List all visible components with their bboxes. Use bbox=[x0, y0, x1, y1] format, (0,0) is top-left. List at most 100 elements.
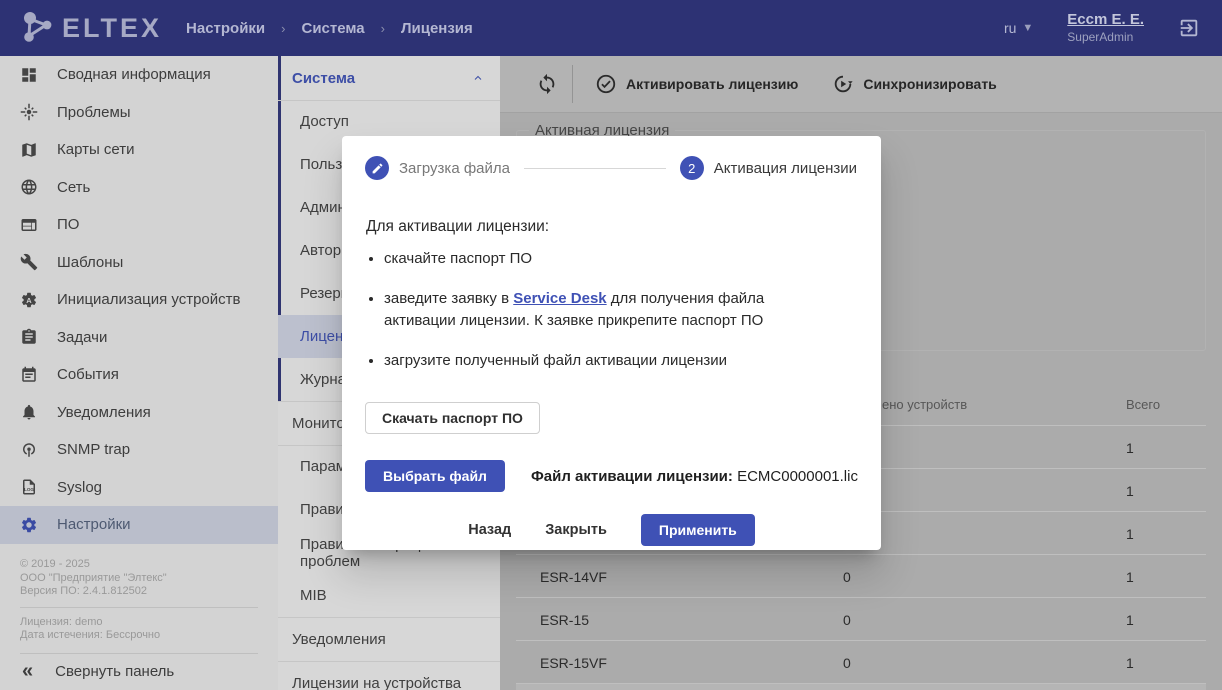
sidebar-item-label: Шаблоны bbox=[57, 254, 123, 271]
copyright-label: © 2019 - 2025 bbox=[20, 558, 258, 572]
sidebar-item-notifications[interactable]: Уведомления bbox=[0, 394, 278, 432]
instruction-text: загрузите полученный файл активации лице… bbox=[384, 352, 727, 369]
sidebar-item-network[interactable]: Сеть bbox=[0, 169, 278, 207]
cell-total: 1 bbox=[1126, 426, 1134, 469]
apply-button[interactable]: Применить bbox=[641, 514, 755, 546]
submenu-section-label: Система bbox=[292, 70, 355, 87]
instruction-text: скачайте паспорт ПО bbox=[384, 250, 532, 267]
sidebar-item-tasks[interactable]: Задачи bbox=[0, 319, 278, 357]
svg-text:LOG: LOG bbox=[24, 487, 34, 492]
eltex-molecule-icon bbox=[18, 9, 56, 47]
cell-activated: 0 bbox=[843, 555, 851, 598]
sidebar-item-problems[interactable]: Проблемы bbox=[0, 94, 278, 132]
breadcrumb-license[interactable]: Лицензия bbox=[401, 20, 473, 37]
instruction-item: заведите заявку в Service Desk для получ… bbox=[384, 288, 824, 332]
sidebar-item-software[interactable]: ПО bbox=[0, 206, 278, 244]
refresh-button[interactable] bbox=[536, 73, 558, 95]
sidebar-item-settings[interactable]: Настройки bbox=[0, 506, 278, 544]
table-row[interactable]: ESR-14VF 0 1 bbox=[516, 555, 1206, 598]
sidebar-item-label: Карты сети bbox=[57, 141, 135, 158]
column-header-activated: ено устройств bbox=[882, 383, 967, 426]
content-toolbar: Активировать лицензию Синхронизировать bbox=[500, 56, 1222, 113]
sidebar-item-label: Инициализация устройств bbox=[57, 291, 240, 308]
eltex-logo-text: ELTEX bbox=[62, 13, 162, 44]
top-header-bar: ELTEX Настройки › Система › Лицензия ru … bbox=[0, 0, 1222, 56]
dialog-footer: Назад Закрыть Применить bbox=[342, 514, 881, 546]
logout-button[interactable] bbox=[1178, 17, 1200, 39]
sidebar-footer: © 2019 - 2025 ООО "Предприятие "Элтекс" … bbox=[0, 558, 278, 662]
version-label: Версия ПО: 2.4.1.812502 bbox=[20, 585, 258, 599]
check-circle-icon bbox=[595, 73, 617, 95]
license-label: Лицензия: demo bbox=[20, 616, 258, 630]
breadcrumb-system[interactable]: Система bbox=[302, 20, 365, 37]
cell-total: 1 bbox=[1126, 512, 1134, 555]
step2-number: 2 bbox=[688, 161, 695, 176]
footer-divider bbox=[20, 607, 258, 608]
back-button[interactable]: Назад bbox=[468, 522, 511, 538]
step2-label: Активация лицензии bbox=[714, 160, 857, 177]
sidebar-item-label: Сводная информация bbox=[57, 66, 211, 83]
service-desk-link[interactable]: Service Desk bbox=[513, 290, 606, 307]
eltex-logo[interactable]: ELTEX bbox=[18, 9, 162, 47]
header-right-group: ru ▼ Eccm E. E. SuperAdmin bbox=[1004, 11, 1222, 45]
eccm-app-window: ELTEX Настройки › Система › Лицензия ru … bbox=[0, 0, 1222, 690]
submenu-section-label: Лицензии на устройства bbox=[292, 675, 461, 690]
sidebar-item-events[interactable]: События bbox=[0, 356, 278, 394]
chevron-down-icon: ▼ bbox=[1022, 22, 1033, 34]
user-name-link[interactable]: Eccm E. E. bbox=[1067, 11, 1144, 30]
sidebar-item-network-maps[interactable]: Карты сети bbox=[0, 131, 278, 169]
map-icon bbox=[20, 141, 38, 159]
user-menu[interactable]: Eccm E. E. SuperAdmin bbox=[1067, 11, 1144, 45]
flare-icon bbox=[20, 103, 38, 121]
sidebar-item-device-init[interactable]: A Инициализация устройств bbox=[0, 281, 278, 319]
table-row[interactable]: ESR-15 0 1 bbox=[516, 598, 1206, 641]
sidebar-item-label: SNMP trap bbox=[57, 441, 130, 458]
sidebar-item-label: События bbox=[57, 366, 119, 383]
dialog-instructions-list: скачайте паспорт ПО заведите заявку в Se… bbox=[342, 248, 824, 372]
user-role-label: SuperAdmin bbox=[1067, 30, 1144, 45]
submenu-item-label: MIB bbox=[300, 587, 327, 604]
activate-license-label: Активировать лицензию bbox=[626, 76, 798, 92]
svg-text:A: A bbox=[26, 296, 32, 305]
close-button[interactable]: Закрыть bbox=[545, 522, 607, 538]
gear-icon bbox=[20, 516, 38, 534]
dashboard-icon bbox=[20, 66, 38, 84]
bell-icon bbox=[20, 403, 38, 421]
sidebar-item-summary[interactable]: Сводная информация bbox=[0, 56, 278, 94]
activation-file-name: ECMC0000001.lic bbox=[733, 468, 858, 485]
sidebar-item-label: Уведомления bbox=[57, 404, 151, 421]
column-header-total: Всего bbox=[1126, 383, 1160, 426]
sidebar-item-label: Сеть bbox=[57, 179, 90, 196]
language-value: ru bbox=[1004, 20, 1016, 36]
expiry-label: Дата истечения: Бессрочно bbox=[20, 629, 258, 643]
breadcrumb-separator-icon: › bbox=[281, 21, 285, 36]
dialog-stepper: Загрузка файла 2 Активация лицензии bbox=[342, 136, 881, 180]
syslog-icon: LOG bbox=[20, 478, 38, 496]
collapse-panel-button[interactable]: « Свернуть панель bbox=[0, 652, 278, 690]
submenu-section-device-licenses[interactable]: Лицензии на устройства bbox=[278, 661, 500, 690]
cell-total: 1 bbox=[1126, 641, 1134, 684]
company-label: ООО "Предприятие "Элтекс" bbox=[20, 572, 258, 586]
submenu-item-label: Доступ bbox=[300, 113, 349, 130]
choose-file-button[interactable]: Выбрать файл bbox=[365, 460, 505, 492]
table-next-row-strip bbox=[516, 684, 1206, 690]
sidebar-item-label: Задачи bbox=[57, 329, 107, 346]
activate-license-button[interactable]: Активировать лицензию bbox=[595, 73, 798, 95]
sidebar-item-syslog[interactable]: LOG Syslog bbox=[0, 469, 278, 507]
sidebar-item-snmp-trap[interactable]: SNMP trap bbox=[0, 431, 278, 469]
submenu-section-system[interactable]: Система bbox=[278, 56, 500, 100]
sidebar-item-label: Проблемы bbox=[57, 104, 131, 121]
breadcrumb-settings[interactable]: Настройки bbox=[186, 20, 265, 37]
download-passport-button[interactable]: Скачать паспорт ПО bbox=[365, 402, 540, 434]
step1-label: Загрузка файла bbox=[399, 160, 510, 177]
submenu-section-notifications[interactable]: Уведомления bbox=[278, 617, 500, 661]
breadcrumb-separator-icon: › bbox=[381, 21, 385, 36]
language-selector[interactable]: ru ▼ bbox=[1004, 20, 1033, 36]
toolbar-divider bbox=[572, 65, 573, 103]
submenu-item-mib[interactable]: MIB bbox=[278, 574, 500, 617]
sidebar-item-templates[interactable]: Шаблоны bbox=[0, 244, 278, 282]
file-choose-row: Выбрать файл Файл активации лицензии: EC… bbox=[365, 460, 881, 492]
synchronize-button[interactable]: Синхронизировать bbox=[832, 73, 996, 95]
cell-device: ESR-15VF bbox=[540, 641, 607, 684]
table-row[interactable]: ESR-15VF 0 1 bbox=[516, 641, 1206, 684]
